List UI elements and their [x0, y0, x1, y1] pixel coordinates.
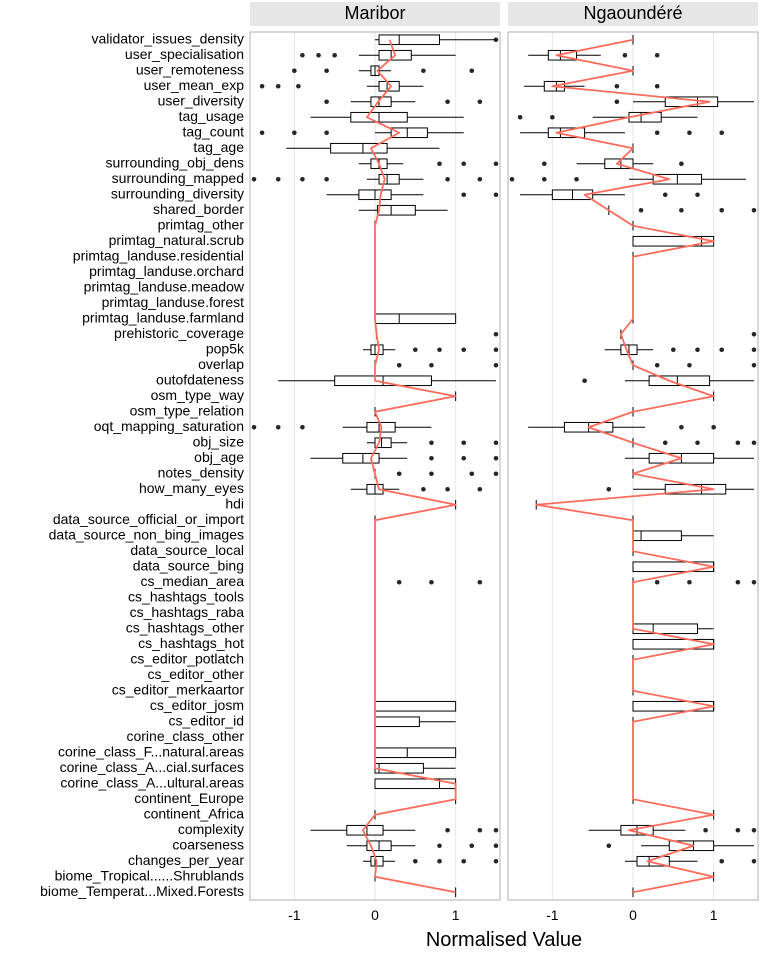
y-tick-label: cs_editor_potlatch: [130, 650, 244, 666]
y-tick-label: osm_type_way: [151, 387, 244, 403]
y-tick-label: data_source_non_bing_images: [49, 526, 244, 542]
y-tick-label: how_many_eyes: [139, 480, 244, 496]
y-tick-label: tag_age: [193, 139, 244, 155]
y-tick-label: data_source_local: [130, 542, 244, 558]
facet-title: Ngaoundéré: [583, 3, 682, 23]
y-tick-label: cs_hashtags_other: [126, 619, 245, 635]
y-tick-label: validator_issues_density: [91, 30, 244, 46]
x-tick-label: 1: [710, 907, 718, 923]
y-tick-label: tag_count: [183, 123, 245, 139]
y-tick-label: corine_class_A...ultural.areas: [60, 774, 244, 790]
y-tick-label: pop5k: [206, 340, 245, 356]
y-tick-label: outofdateness: [156, 371, 244, 387]
y-tick-label: user_mean_exp: [144, 77, 245, 93]
y-tick-label: primtag_landuse.meadow: [84, 278, 245, 294]
y-tick-label: changes_per_year: [128, 852, 244, 868]
box-row: [633, 701, 714, 711]
y-tick-label: cs_median_area: [140, 573, 244, 589]
y-tick-label: surrounding_obj_dens: [105, 154, 244, 170]
box-row: [633, 236, 714, 246]
y-tick-label: notes_density: [158, 464, 244, 480]
y-tick-label: primtag_landuse.farmland: [82, 309, 244, 325]
y-tick-label: cs_editor_id: [169, 712, 245, 728]
x-tick-label: -1: [288, 907, 301, 923]
y-tick-label: complexity: [178, 821, 244, 837]
box-row: [375, 779, 456, 789]
y-tick-label: hdi: [225, 495, 244, 511]
x-axis-label: Normalised Value: [426, 929, 582, 951]
box-row: [375, 748, 456, 758]
y-tick-label: continent_Africa: [144, 805, 245, 821]
y-tick-label: corine_class_F...natural.areas: [58, 743, 244, 759]
y-tick-label: user_diversity: [158, 92, 244, 108]
y-tick-label: primtag_landuse.residential: [73, 247, 244, 263]
box-row: [375, 314, 456, 324]
y-tick-label: surrounding_diversity: [111, 185, 244, 201]
y-tick-label: osm_type_relation: [130, 402, 244, 418]
y-tick-label: primtag_natural.scrub: [109, 232, 245, 248]
y-tick-label: corine_class_A...cial.surfaces: [60, 759, 244, 775]
box-row: [633, 562, 714, 572]
y-tick-label: shared_border: [153, 201, 244, 217]
x-tick-label: 0: [629, 907, 637, 923]
y-tick-label: coarseness: [172, 836, 244, 852]
y-tick-label: primtag_landuse.forest: [102, 294, 245, 310]
x-tick-label: 1: [452, 907, 460, 923]
y-tick-label: biome_Tropical......Shrublands: [55, 867, 244, 883]
y-tick-label: user_remoteness: [136, 61, 244, 77]
x-tick-label: -1: [546, 907, 559, 923]
y-tick-label: cs_hashtags_raba: [130, 604, 245, 620]
x-tick-label: 0: [371, 907, 379, 923]
y-tick-label: continent_Europe: [134, 790, 244, 806]
y-tick-label: tag_usage: [179, 108, 245, 124]
y-tick-label: surrounding_mapped: [112, 170, 244, 186]
box-row: [633, 639, 714, 649]
y-tick-label: data_source_bing: [133, 557, 244, 573]
y-tick-label: user_specialisation: [125, 46, 244, 62]
y-tick-label: biome_Temperat...Mixed.Forests: [40, 883, 244, 899]
y-tick-label: primtag_landuse.orchard: [89, 263, 244, 279]
y-tick-label: cs_editor_merkaartor: [112, 681, 245, 697]
y-tick-label: data_source_official_or_import: [53, 511, 244, 527]
y-tick-label: cs_editor_other: [147, 666, 244, 682]
y-tick-label: corine_class_other: [126, 728, 244, 744]
y-tick-label: prehistoric_coverage: [114, 325, 244, 341]
y-tick-label: primtag_other: [158, 216, 245, 232]
y-tick-label: cs_hashtags_tools: [128, 588, 244, 604]
y-tick-label: cs_hashtags_hot: [138, 635, 244, 651]
y-tick-label: overlap: [198, 356, 244, 372]
y-tick-label: obj_age: [194, 449, 244, 465]
y-tick-label: obj_size: [193, 433, 245, 449]
y-tick-label: cs_editor_josm: [150, 697, 244, 713]
y-tick-label: oqt_mapping_saturation: [94, 418, 244, 434]
box-row: [375, 701, 456, 711]
facet-title: Maribor: [344, 3, 405, 23]
